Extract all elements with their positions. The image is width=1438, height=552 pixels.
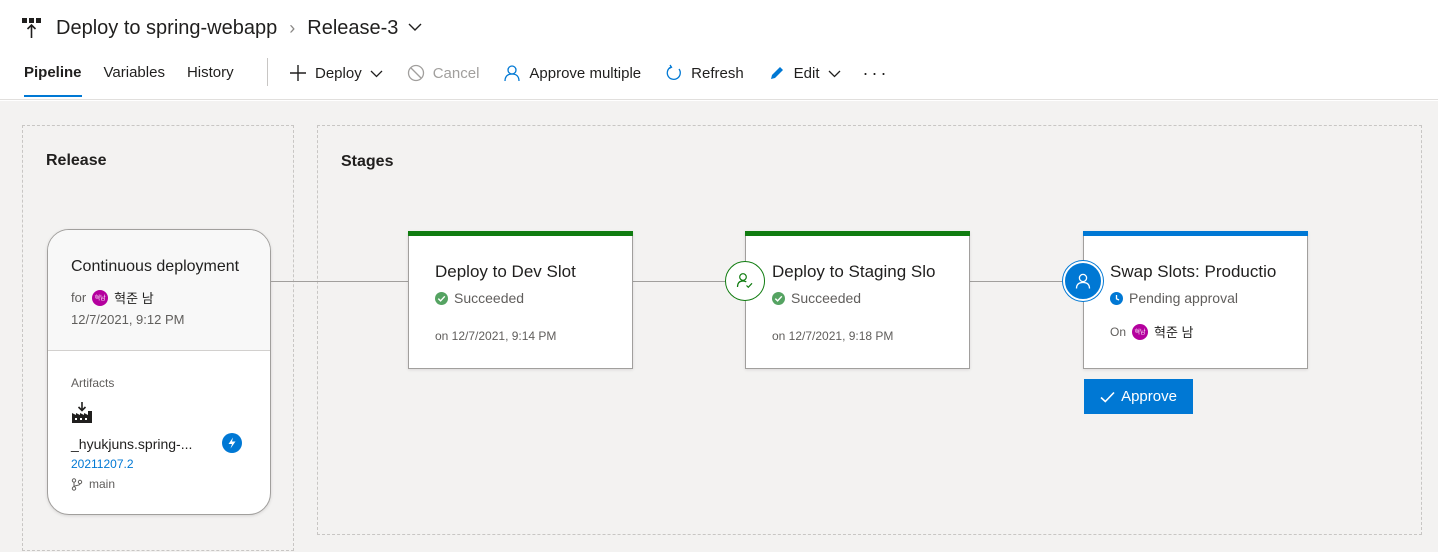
check-icon — [1100, 391, 1115, 403]
artifacts-label: Artifacts — [71, 376, 115, 390]
cancel-button[interactable]: Cancel — [407, 64, 480, 82]
stage-status: Pending approval — [1110, 290, 1238, 306]
on-label: On — [1110, 324, 1127, 339]
connector-line — [970, 281, 1064, 282]
stage-date: on 12/7/2021, 9:18 PM — [772, 329, 894, 343]
tab-bar: Pipeline Variables History — [24, 62, 256, 98]
release-name: Release-3 — [307, 16, 399, 39]
stage-status-bar — [1083, 231, 1308, 236]
tab-history[interactable]: History — [187, 62, 234, 98]
stage-status-text: Pending approval — [1129, 290, 1238, 306]
success-check-icon — [435, 291, 448, 305]
pre-deployment-pending-gate-icon[interactable] — [1063, 261, 1103, 301]
artifact-name[interactable]: _hyukjuns.spring-... — [71, 436, 192, 452]
release-panel-title: Release — [46, 152, 107, 169]
requester-name: 혁준 남 — [114, 291, 154, 306]
refresh-button[interactable]: Refresh — [665, 64, 744, 82]
tab-variables[interactable]: Variables — [104, 62, 165, 98]
artifact-version-link[interactable]: 20211207.2 — [71, 457, 134, 471]
edit-label: Edit — [793, 64, 820, 82]
stage-card-swap-slots[interactable]: Swap Slots: Productio Pending approval O… — [1083, 231, 1308, 369]
stage-name: Deploy to Dev Slot — [435, 262, 576, 281]
success-check-icon — [772, 291, 785, 305]
clock-icon — [1110, 291, 1123, 305]
stage-date: on 12/7/2021, 9:14 PM — [435, 329, 557, 343]
pencil-icon — [768, 64, 786, 82]
stage-card-staging-slot[interactable]: Deploy to Staging Slo Succeeded on 12/7/… — [745, 231, 970, 369]
breadcrumb-separator-icon: › — [289, 17, 296, 38]
stage-card-dev-slot[interactable]: Deploy to Dev Slot Succeeded on 12/7/202… — [408, 231, 633, 369]
approve-button[interactable]: Approve — [1084, 379, 1193, 414]
refresh-icon — [665, 64, 683, 82]
artifact-branch: main — [71, 477, 115, 491]
approve-multiple-label: Approve multiple — [529, 64, 642, 82]
more-actions-icon[interactable]: ··· — [863, 63, 890, 84]
pipeline-name-link[interactable]: Deploy to spring-webapp — [56, 17, 277, 40]
cancel-icon — [407, 64, 425, 82]
chevron-down-icon — [370, 69, 383, 78]
stage-status-bar — [408, 231, 633, 236]
branch-icon — [71, 477, 83, 491]
for-label: for — [71, 290, 87, 305]
continuous-deployment-trigger-icon[interactable] — [222, 433, 242, 453]
edit-button[interactable]: Edit — [768, 64, 841, 82]
release-card[interactable]: Continuous deployment for 혁남 혁준 남 12/7/2… — [47, 229, 271, 515]
tab-pipeline[interactable]: Pipeline — [24, 62, 82, 98]
release-card-header: Continuous deployment for 혁남 혁준 남 12/7/2… — [48, 230, 270, 351]
build-artifact-icon — [71, 402, 93, 429]
approve-multiple-button[interactable]: Approve multiple — [503, 64, 641, 82]
approver-name: 혁준 남 — [1154, 325, 1194, 340]
toolbar: Deploy Cancel Approve multiple Refresh E… — [289, 60, 890, 86]
pending-approver: On 혁남 혁준 남 — [1110, 322, 1194, 341]
plus-icon — [289, 64, 307, 82]
toolbar-divider — [267, 58, 268, 86]
stages-panel-title: Stages — [341, 153, 394, 170]
avatar: 혁남 — [92, 289, 109, 306]
title-row: Deploy to spring-webapp › Release-3 — [22, 14, 422, 42]
pipeline-canvas: Release Continuous deployment for 혁남 혁준 … — [0, 101, 1438, 552]
connector-line — [271, 281, 409, 282]
stage-status: Succeeded — [772, 290, 861, 306]
release-requester: for 혁남 혁준 남 — [71, 288, 154, 307]
pre-deployment-approved-gate-icon[interactable] — [725, 261, 765, 301]
stage-status: Succeeded — [435, 290, 524, 306]
deploy-button[interactable]: Deploy — [289, 64, 383, 82]
trigger-name: Continuous deployment — [71, 258, 240, 275]
branch-name: main — [89, 477, 116, 491]
refresh-label: Refresh — [691, 64, 744, 82]
connector-line — [633, 281, 726, 282]
avatar: 혁남 — [1132, 323, 1149, 340]
stage-name: Swap Slots: Productio — [1110, 262, 1277, 281]
stage-status-text: Succeeded — [791, 290, 862, 306]
cancel-label: Cancel — [432, 64, 480, 82]
header: Deploy to spring-webapp › Release-3 Pipe… — [0, 0, 1438, 100]
stage-status-bar — [745, 231, 970, 236]
person-icon — [503, 64, 521, 82]
release-date: 12/7/2021, 9:12 PM — [71, 312, 185, 327]
chevron-down-icon — [828, 69, 841, 78]
stage-name: Deploy to Staging Slo — [772, 262, 936, 281]
deploy-label: Deploy — [315, 64, 362, 82]
release-dropdown-chevron-icon[interactable] — [408, 19, 422, 37]
approve-label: Approve — [1121, 388, 1177, 405]
stage-status-text: Succeeded — [454, 290, 525, 306]
release-pipeline-icon — [22, 17, 44, 39]
